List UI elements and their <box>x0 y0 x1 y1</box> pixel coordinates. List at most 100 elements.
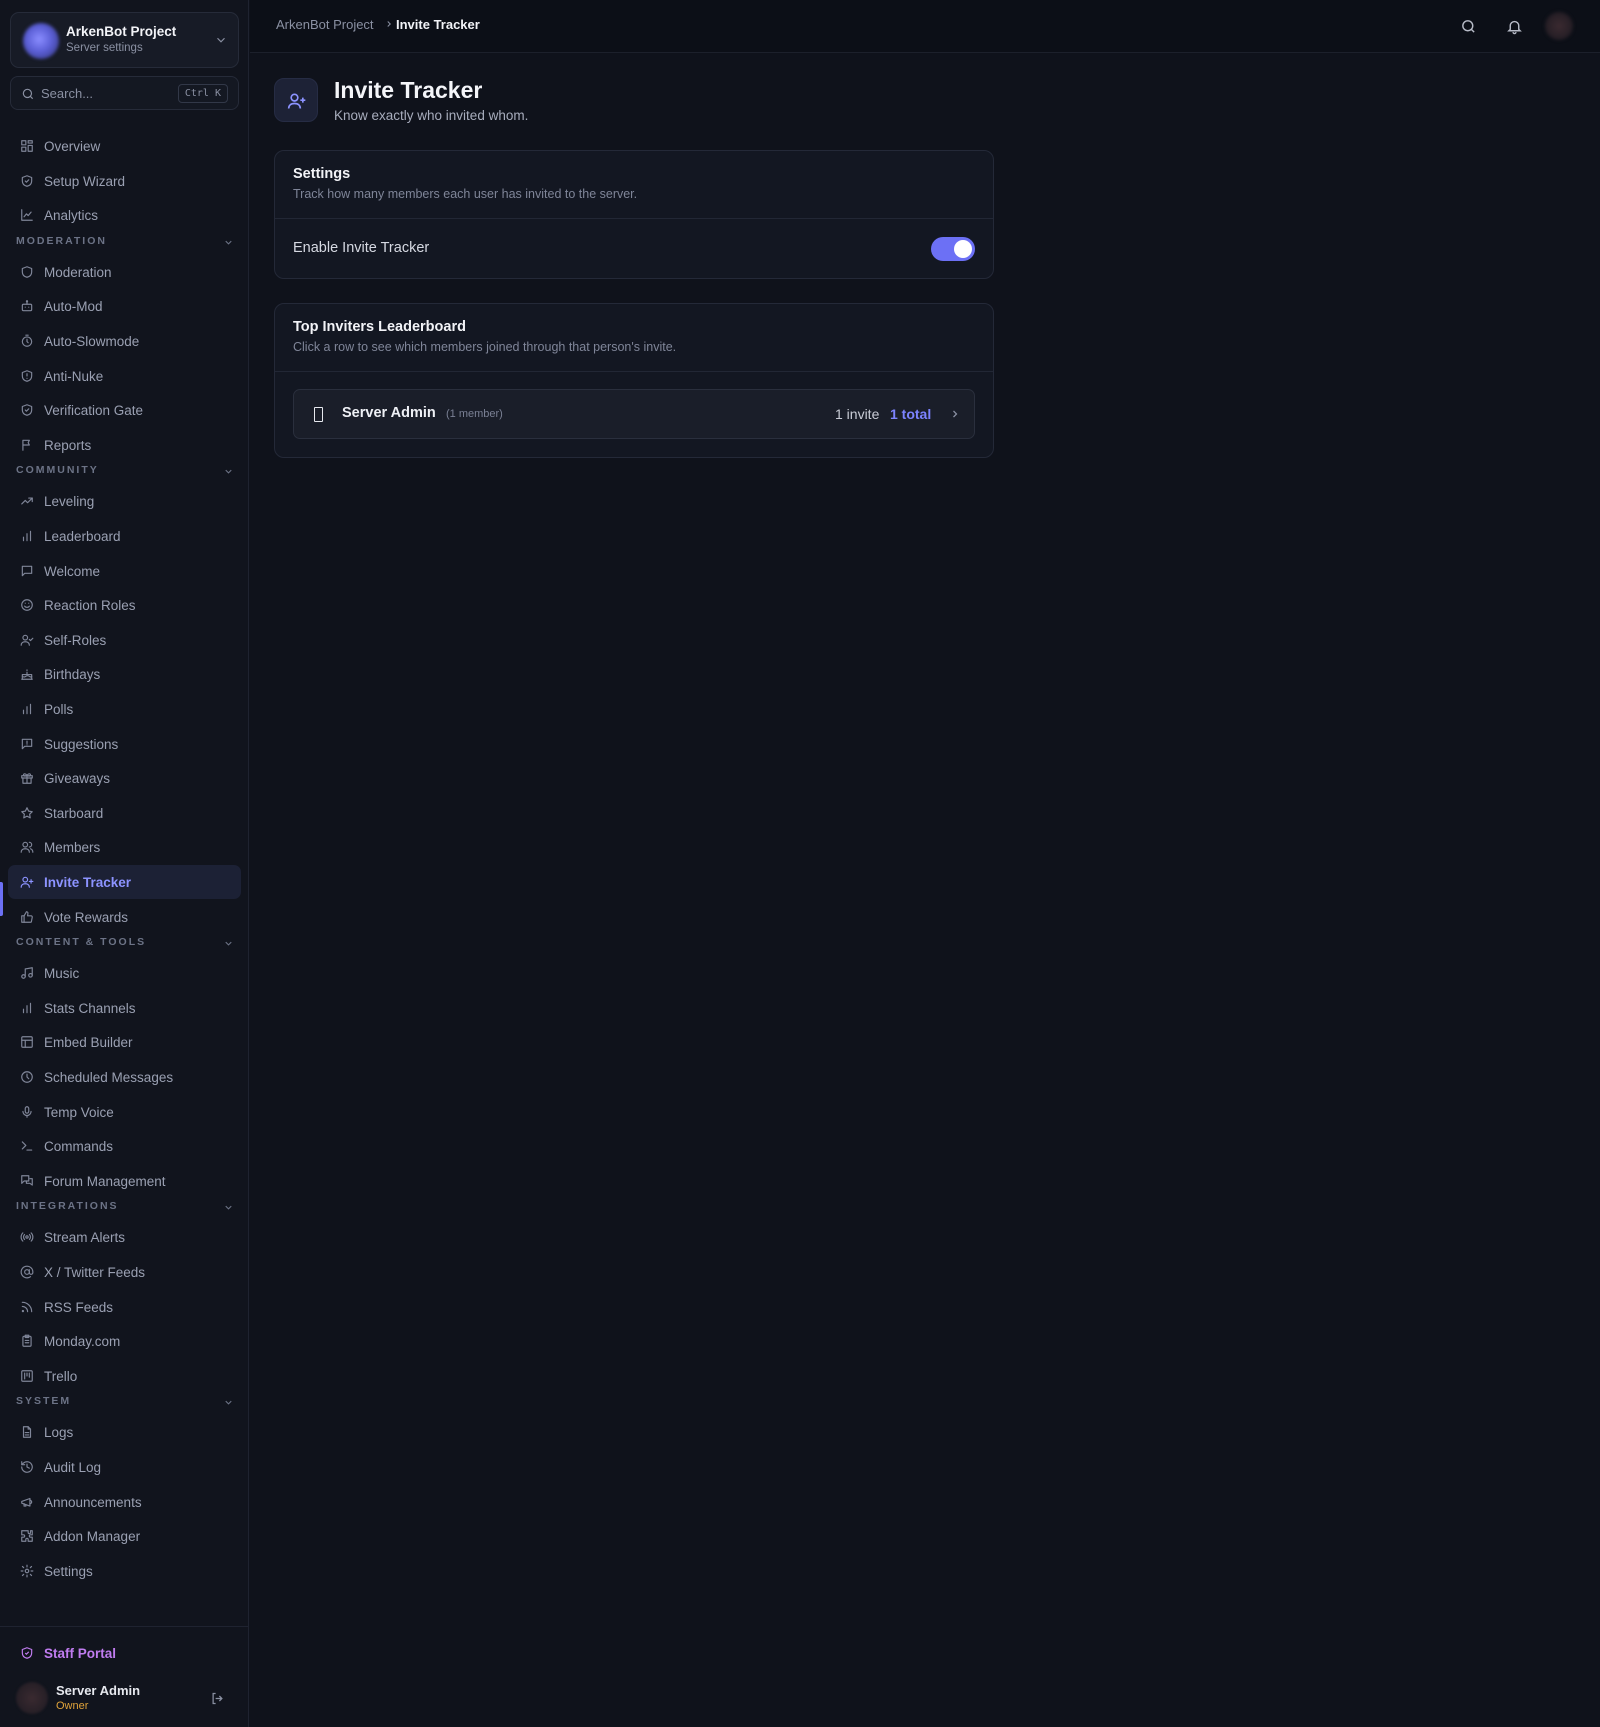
search-shortcut: Ctrl K <box>177 84 228 103</box>
section-header-integrations[interactable]: INTEGRATIONS <box>16 1200 234 1216</box>
sidebar-item-invite-tracker[interactable]: Invite Tracker <box>8 865 241 899</box>
kanban-icon <box>21 1370 33 1382</box>
sidebar-item-x-twitter-feeds[interactable]: X / Twitter Feeds <box>8 1255 241 1289</box>
sidebar-item-starboard[interactable]: Starboard <box>8 796 241 830</box>
search-icon[interactable] <box>1460 18 1477 35</box>
message-icon <box>21 565 33 577</box>
rss-icon <box>21 1301 33 1313</box>
toggle-label: Enable Invite Tracker <box>293 240 430 256</box>
sidebar-item-embed-builder[interactable]: Embed Builder <box>8 1025 241 1059</box>
active-indicator <box>0 882 3 916</box>
avatar <box>16 1682 48 1714</box>
card-title: Top Inviters Leaderboard <box>293 319 466 335</box>
user-role: Owner <box>56 1700 89 1712</box>
terminal-icon <box>21 1141 33 1151</box>
section-header-community[interactable]: COMMUNITY <box>16 464 234 480</box>
messages-icon <box>21 1175 33 1186</box>
sidebar-item-audit-log[interactable]: Audit Log <box>8 1450 241 1484</box>
chevron-down-icon <box>225 1205 232 1210</box>
sidebar-item-auto-slowmode[interactable]: Auto-Slowmode <box>8 324 241 358</box>
sidebar-item-moderation[interactable]: Moderation <box>8 255 241 289</box>
sidebar-item-temp-voice[interactable]: Temp Voice <box>8 1095 241 1129</box>
sidebar-item-label: Settings <box>44 1563 93 1579</box>
server-switcher[interactable]: ArkenBot Project Server settings <box>10 12 239 68</box>
sidebar-item-commands[interactable]: Commands <box>8 1129 241 1163</box>
avatar[interactable] <box>1545 12 1573 40</box>
sidebar-item-music[interactable]: Music <box>8 956 241 990</box>
sidebar-item-overview[interactable]: Overview <box>8 129 241 163</box>
sidebar-item-self-roles[interactable]: Self-Roles <box>8 623 241 657</box>
breadcrumb-root[interactable]: ArkenBot Project <box>276 17 374 32</box>
bar-chart-icon <box>22 530 32 542</box>
sidebar-item-setup-wizard[interactable]: Setup Wizard <box>8 164 241 198</box>
sidebar-item-label: Members <box>44 839 101 855</box>
table-row[interactable]: Server Admin (1 member) 1 invite 1 total <box>293 389 975 439</box>
sidebar-item-reports[interactable]: Reports <box>8 428 241 462</box>
sidebar-item-label: Auto-Mod <box>44 298 103 314</box>
chevron-right-icon <box>953 410 958 418</box>
chevron-down-icon <box>217 37 225 43</box>
section-header-system[interactable]: SYSTEM <box>16 1395 234 1411</box>
history-icon <box>21 1461 33 1473</box>
sidebar-item-addon-manager[interactable]: Addon Manager <box>8 1519 241 1553</box>
sidebar-item-announcements[interactable]: Announcements <box>8 1485 241 1519</box>
layout-icon <box>21 1036 33 1048</box>
top-bar: ArkenBot Project Invite Tracker <box>250 0 1600 53</box>
sidebar-item-label: Monday.com <box>44 1333 121 1349</box>
section-title: INTEGRATIONS <box>16 1200 119 1212</box>
section-header-content-tools[interactable]: CONTENT & TOOLS <box>16 936 234 952</box>
sidebar-item-label: Commands <box>44 1138 114 1154</box>
search-input[interactable] <box>41 82 171 104</box>
timer-icon <box>21 334 33 347</box>
sidebar-item-members[interactable]: Members <box>8 830 241 864</box>
megaphone-icon <box>21 1497 33 1507</box>
sidebar-item-verification-gate[interactable]: Verification Gate <box>8 393 241 427</box>
sidebar-item-label: X / Twitter Feeds <box>44 1264 146 1280</box>
sidebar-item-scheduled-messages[interactable]: Scheduled Messages <box>8 1060 241 1094</box>
sidebar-item-label: Setup Wizard <box>44 173 126 189</box>
section-header-moderation[interactable]: MODERATION <box>16 235 234 251</box>
sidebar-item-anti-nuke[interactable]: Anti-Nuke <box>8 359 241 393</box>
message-alert-icon <box>21 738 33 750</box>
sidebar-item-vote-rewards[interactable]: Vote Rewards <box>8 900 241 934</box>
puzzle-icon <box>21 1530 33 1542</box>
sidebar-item-monday-com[interactable]: Monday.com <box>8 1324 241 1358</box>
sidebar-search[interactable]: Ctrl K <box>10 76 239 110</box>
leaderboard-card: Top Inviters Leaderboard Click a row to … <box>274 303 994 458</box>
sidebar-item-analytics[interactable]: Analytics <box>8 198 241 232</box>
bar-chart-icon <box>22 703 32 715</box>
sidebar-item-auto-mod[interactable]: Auto-Mod <box>8 289 241 323</box>
sidebar-item-label: Welcome <box>44 563 101 579</box>
sidebar-item-label: Verification Gate <box>44 402 144 418</box>
sidebar-item-stats-channels[interactable]: Stats Channels <box>8 991 241 1025</box>
logout-icon[interactable] <box>210 1691 225 1706</box>
sidebar-item-polls[interactable]: Polls <box>8 692 241 726</box>
sidebar-item-reaction-roles[interactable]: Reaction Roles <box>8 588 241 622</box>
sidebar-item-welcome[interactable]: Welcome <box>8 554 241 588</box>
sidebar-item-leveling[interactable]: Leveling <box>8 484 241 518</box>
sidebar-item-logs[interactable]: Logs <box>8 1415 241 1449</box>
staff-portal-link[interactable]: Staff Portal <box>8 1636 241 1670</box>
sidebar-item-label: Invite Tracker <box>44 874 132 890</box>
thumbs-up-icon <box>21 911 33 923</box>
breadcrumb-current: Invite Tracker <box>396 17 480 32</box>
clipboard-icon <box>22 1334 32 1347</box>
sidebar-item-label: Trello <box>44 1368 78 1384</box>
sidebar-item-forum-management[interactable]: Forum Management <box>8 1164 241 1198</box>
sidebar-item-leaderboard[interactable]: Leaderboard <box>8 519 241 553</box>
sidebar-item-giveaways[interactable]: Giveaways <box>8 761 241 795</box>
robot-icon <box>21 300 33 312</box>
sidebar-item-label: Auto-Slowmode <box>44 333 140 349</box>
sidebar-item-rss-feeds[interactable]: RSS Feeds <box>8 1290 241 1324</box>
sidebar: ArkenBot Project Server settings Ctrl K … <box>0 0 249 1727</box>
sidebar-item-stream-alerts[interactable]: Stream Alerts <box>8 1220 241 1254</box>
sidebar-item-trello[interactable]: Trello <box>8 1359 241 1393</box>
sidebar-item-settings[interactable]: Settings <box>8 1554 241 1588</box>
sidebar-item-suggestions[interactable]: Suggestions <box>8 727 241 761</box>
music-icon <box>21 967 33 979</box>
sidebar-item-label: Music <box>44 965 80 981</box>
server-name: ArkenBot Project <box>66 24 177 39</box>
sidebar-item-birthdays[interactable]: Birthdays <box>8 657 241 691</box>
bell-icon[interactable] <box>1506 18 1523 35</box>
enable-invite-tracker-toggle[interactable] <box>931 237 975 261</box>
